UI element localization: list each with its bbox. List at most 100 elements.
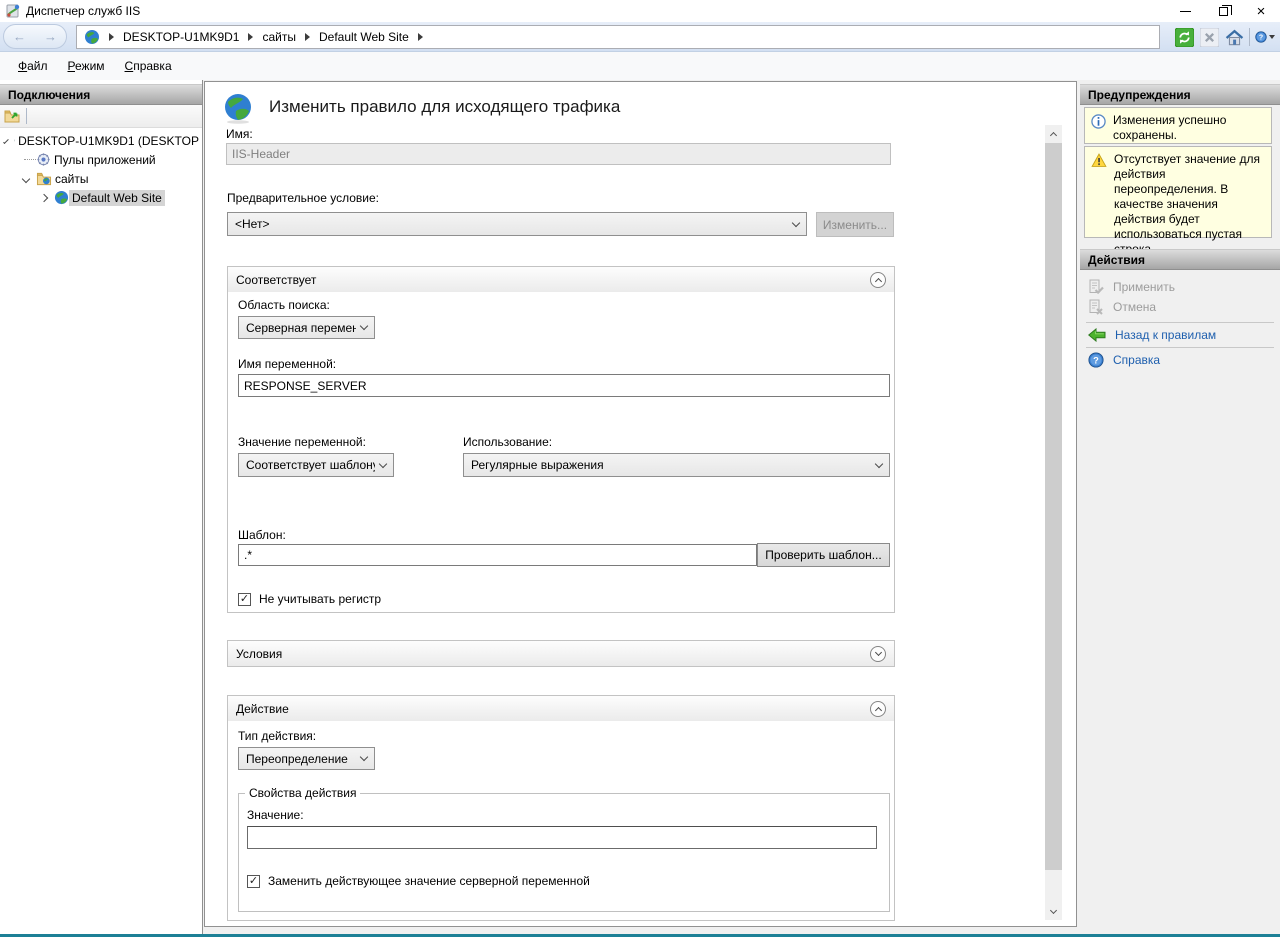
menu-file[interactable]: Файл bbox=[8, 55, 58, 77]
connections-header: Подключения bbox=[0, 84, 202, 105]
save-connections-icon[interactable] bbox=[4, 108, 20, 124]
precondition-label: Предварительное условие: bbox=[227, 191, 379, 205]
pattern-label: Шаблон: bbox=[238, 528, 286, 542]
breadcrumb-arrow-icon[interactable] bbox=[109, 33, 114, 41]
help-button[interactable]: ? bbox=[1255, 27, 1275, 47]
apply-label: Применить bbox=[1113, 280, 1175, 294]
ignore-case-label: Не учитывать регистр bbox=[259, 592, 381, 606]
collapsed-chevron-icon[interactable] bbox=[40, 193, 48, 201]
ignore-case-row: ✓ Не учитывать регистр bbox=[238, 592, 381, 606]
back-button[interactable]: ← bbox=[13, 29, 26, 44]
breadcrumb-arrow-icon[interactable] bbox=[418, 33, 423, 41]
info-alert: Изменения успешно сохранены. bbox=[1084, 107, 1272, 144]
name-label: Имя: bbox=[226, 127, 253, 141]
tree-item-label-selected[interactable]: Default Web Site bbox=[69, 190, 165, 206]
breadcrumb-arrow-icon[interactable] bbox=[305, 33, 310, 41]
close-button[interactable]: × bbox=[1242, 0, 1280, 22]
warnings-header: Предупреждения bbox=[1080, 84, 1280, 105]
scroll-up-button[interactable] bbox=[1045, 125, 1062, 142]
tree-item-label[interactable]: Пулы приложений bbox=[51, 152, 159, 168]
collapse-section-button[interactable] bbox=[870, 701, 886, 717]
apply-action[interactable]: Применить bbox=[1088, 278, 1274, 296]
close-icon: × bbox=[1257, 4, 1266, 19]
expand-section-button[interactable] bbox=[870, 646, 886, 662]
website-globe-icon bbox=[54, 190, 69, 205]
pattern-field[interactable] bbox=[238, 544, 757, 566]
apply-icon bbox=[1088, 279, 1104, 295]
help-dropdown-caret-icon[interactable] bbox=[1269, 35, 1275, 39]
name-field[interactable] bbox=[226, 143, 891, 165]
breadcrumb-item-server[interactable]: DESKTOP-U1MK9D1 bbox=[123, 30, 239, 44]
home-button[interactable] bbox=[1224, 27, 1244, 47]
connections-tree: DESKTOP-U1MK9D1 (DESKTOP Пулы приложений bbox=[0, 129, 202, 934]
variable-name-field[interactable] bbox=[238, 374, 890, 397]
using-select[interactable]: Регулярные выражения bbox=[463, 453, 890, 477]
value-field[interactable] bbox=[247, 826, 877, 849]
maximize-icon bbox=[1219, 7, 1228, 16]
operand-label: Значение переменной: bbox=[238, 435, 366, 449]
window-title: Диспетчер служб IIS bbox=[26, 4, 140, 18]
actions-separator bbox=[1086, 322, 1274, 323]
match-section-title: Соответствует bbox=[236, 273, 870, 287]
cancel-action[interactable]: Отмена bbox=[1088, 298, 1274, 316]
tree-item-app-pools[interactable]: Пулы приложений bbox=[0, 150, 202, 169]
breadcrumb[interactable]: DESKTOP-U1MK9D1 сайты Default Web Site bbox=[76, 25, 1160, 49]
tree-item-label[interactable]: сайты bbox=[52, 171, 92, 187]
menu-view[interactable]: Режим bbox=[58, 55, 115, 77]
operand-select[interactable]: Соответствует шаблону bbox=[238, 453, 394, 477]
menu-help[interactable]: Справка bbox=[115, 55, 182, 77]
tree-item-server[interactable]: DESKTOP-U1MK9D1 (DESKTOP bbox=[0, 131, 202, 150]
precondition-select[interactable]: <Нет> bbox=[227, 212, 807, 236]
warning-icon bbox=[1091, 153, 1107, 168]
chevron-down-icon bbox=[792, 218, 800, 226]
refresh-button[interactable] bbox=[1174, 27, 1194, 47]
vertical-scrollbar[interactable] bbox=[1045, 125, 1062, 920]
actions-separator bbox=[1086, 347, 1274, 348]
expanded-chevron-icon[interactable] bbox=[3, 138, 8, 143]
help-icon: ? bbox=[1255, 28, 1267, 46]
back-to-rules-action[interactable]: Назад к правилам bbox=[1088, 326, 1274, 344]
conditions-section-header[interactable]: Условия bbox=[228, 641, 894, 666]
chevron-down-icon bbox=[360, 753, 368, 761]
iis-app-icon bbox=[5, 3, 21, 19]
title-bar: Диспетчер служб IIS × bbox=[0, 0, 1280, 22]
scope-label: Область поиска: bbox=[238, 298, 330, 312]
edit-precondition-button[interactable]: Изменить... bbox=[816, 212, 894, 237]
forward-button[interactable]: → bbox=[44, 29, 57, 44]
help-action[interactable]: ? Справка bbox=[1088, 351, 1274, 369]
page-title: Изменить правило для исходящего трафика bbox=[269, 97, 620, 117]
tree-item-sites[interactable]: сайты bbox=[0, 169, 202, 188]
breadcrumb-arrow-icon[interactable] bbox=[248, 33, 253, 41]
scope-select[interactable]: Серверная переменн bbox=[238, 316, 375, 339]
cancel-label: Отмена bbox=[1113, 300, 1156, 314]
action-type-select[interactable]: Переопределение bbox=[238, 747, 375, 770]
breadcrumb-item-sites[interactable]: сайты bbox=[262, 30, 296, 44]
expanded-chevron-icon[interactable] bbox=[22, 174, 30, 182]
ignore-case-checkbox[interactable]: ✓ bbox=[238, 593, 251, 606]
feature-page: Изменить правило для исходящего трафика … bbox=[204, 81, 1077, 927]
breadcrumb-item-default-web-site[interactable]: Default Web Site bbox=[319, 30, 409, 44]
match-section-header[interactable]: Соответствует bbox=[228, 267, 894, 292]
operand-value: Соответствует шаблону bbox=[246, 458, 375, 472]
scrollbar-thumb[interactable] bbox=[1045, 143, 1062, 870]
replace-value-checkbox[interactable]: ✓ bbox=[247, 875, 260, 888]
collapse-section-button[interactable] bbox=[870, 272, 886, 288]
chevron-up-icon bbox=[874, 277, 881, 284]
back-arrow-icon bbox=[1088, 328, 1106, 342]
workspace: Подключения DES bbox=[0, 80, 1280, 934]
scope-value: Серверная переменн bbox=[246, 321, 356, 335]
action-section-header[interactable]: Действие bbox=[228, 696, 894, 721]
info-alert-text: Изменения успешно сохранены. bbox=[1113, 113, 1267, 138]
stop-button[interactable] bbox=[1199, 27, 1219, 47]
test-pattern-button[interactable]: Проверить шаблон... bbox=[757, 543, 890, 567]
minimize-button[interactable] bbox=[1166, 0, 1204, 22]
maximize-button[interactable] bbox=[1204, 0, 1242, 22]
scroll-down-button[interactable] bbox=[1045, 903, 1062, 920]
action-properties-title: Свойства действия bbox=[245, 786, 360, 800]
toolbar-separator bbox=[1249, 28, 1250, 46]
home-icon bbox=[1225, 28, 1244, 47]
tree-item-default-web-site[interactable]: Default Web Site bbox=[0, 188, 202, 207]
tree-item-label[interactable]: DESKTOP-U1MK9D1 (DESKTOP bbox=[15, 133, 202, 149]
chevron-up-icon bbox=[874, 706, 881, 713]
chevron-down-icon bbox=[874, 648, 881, 655]
